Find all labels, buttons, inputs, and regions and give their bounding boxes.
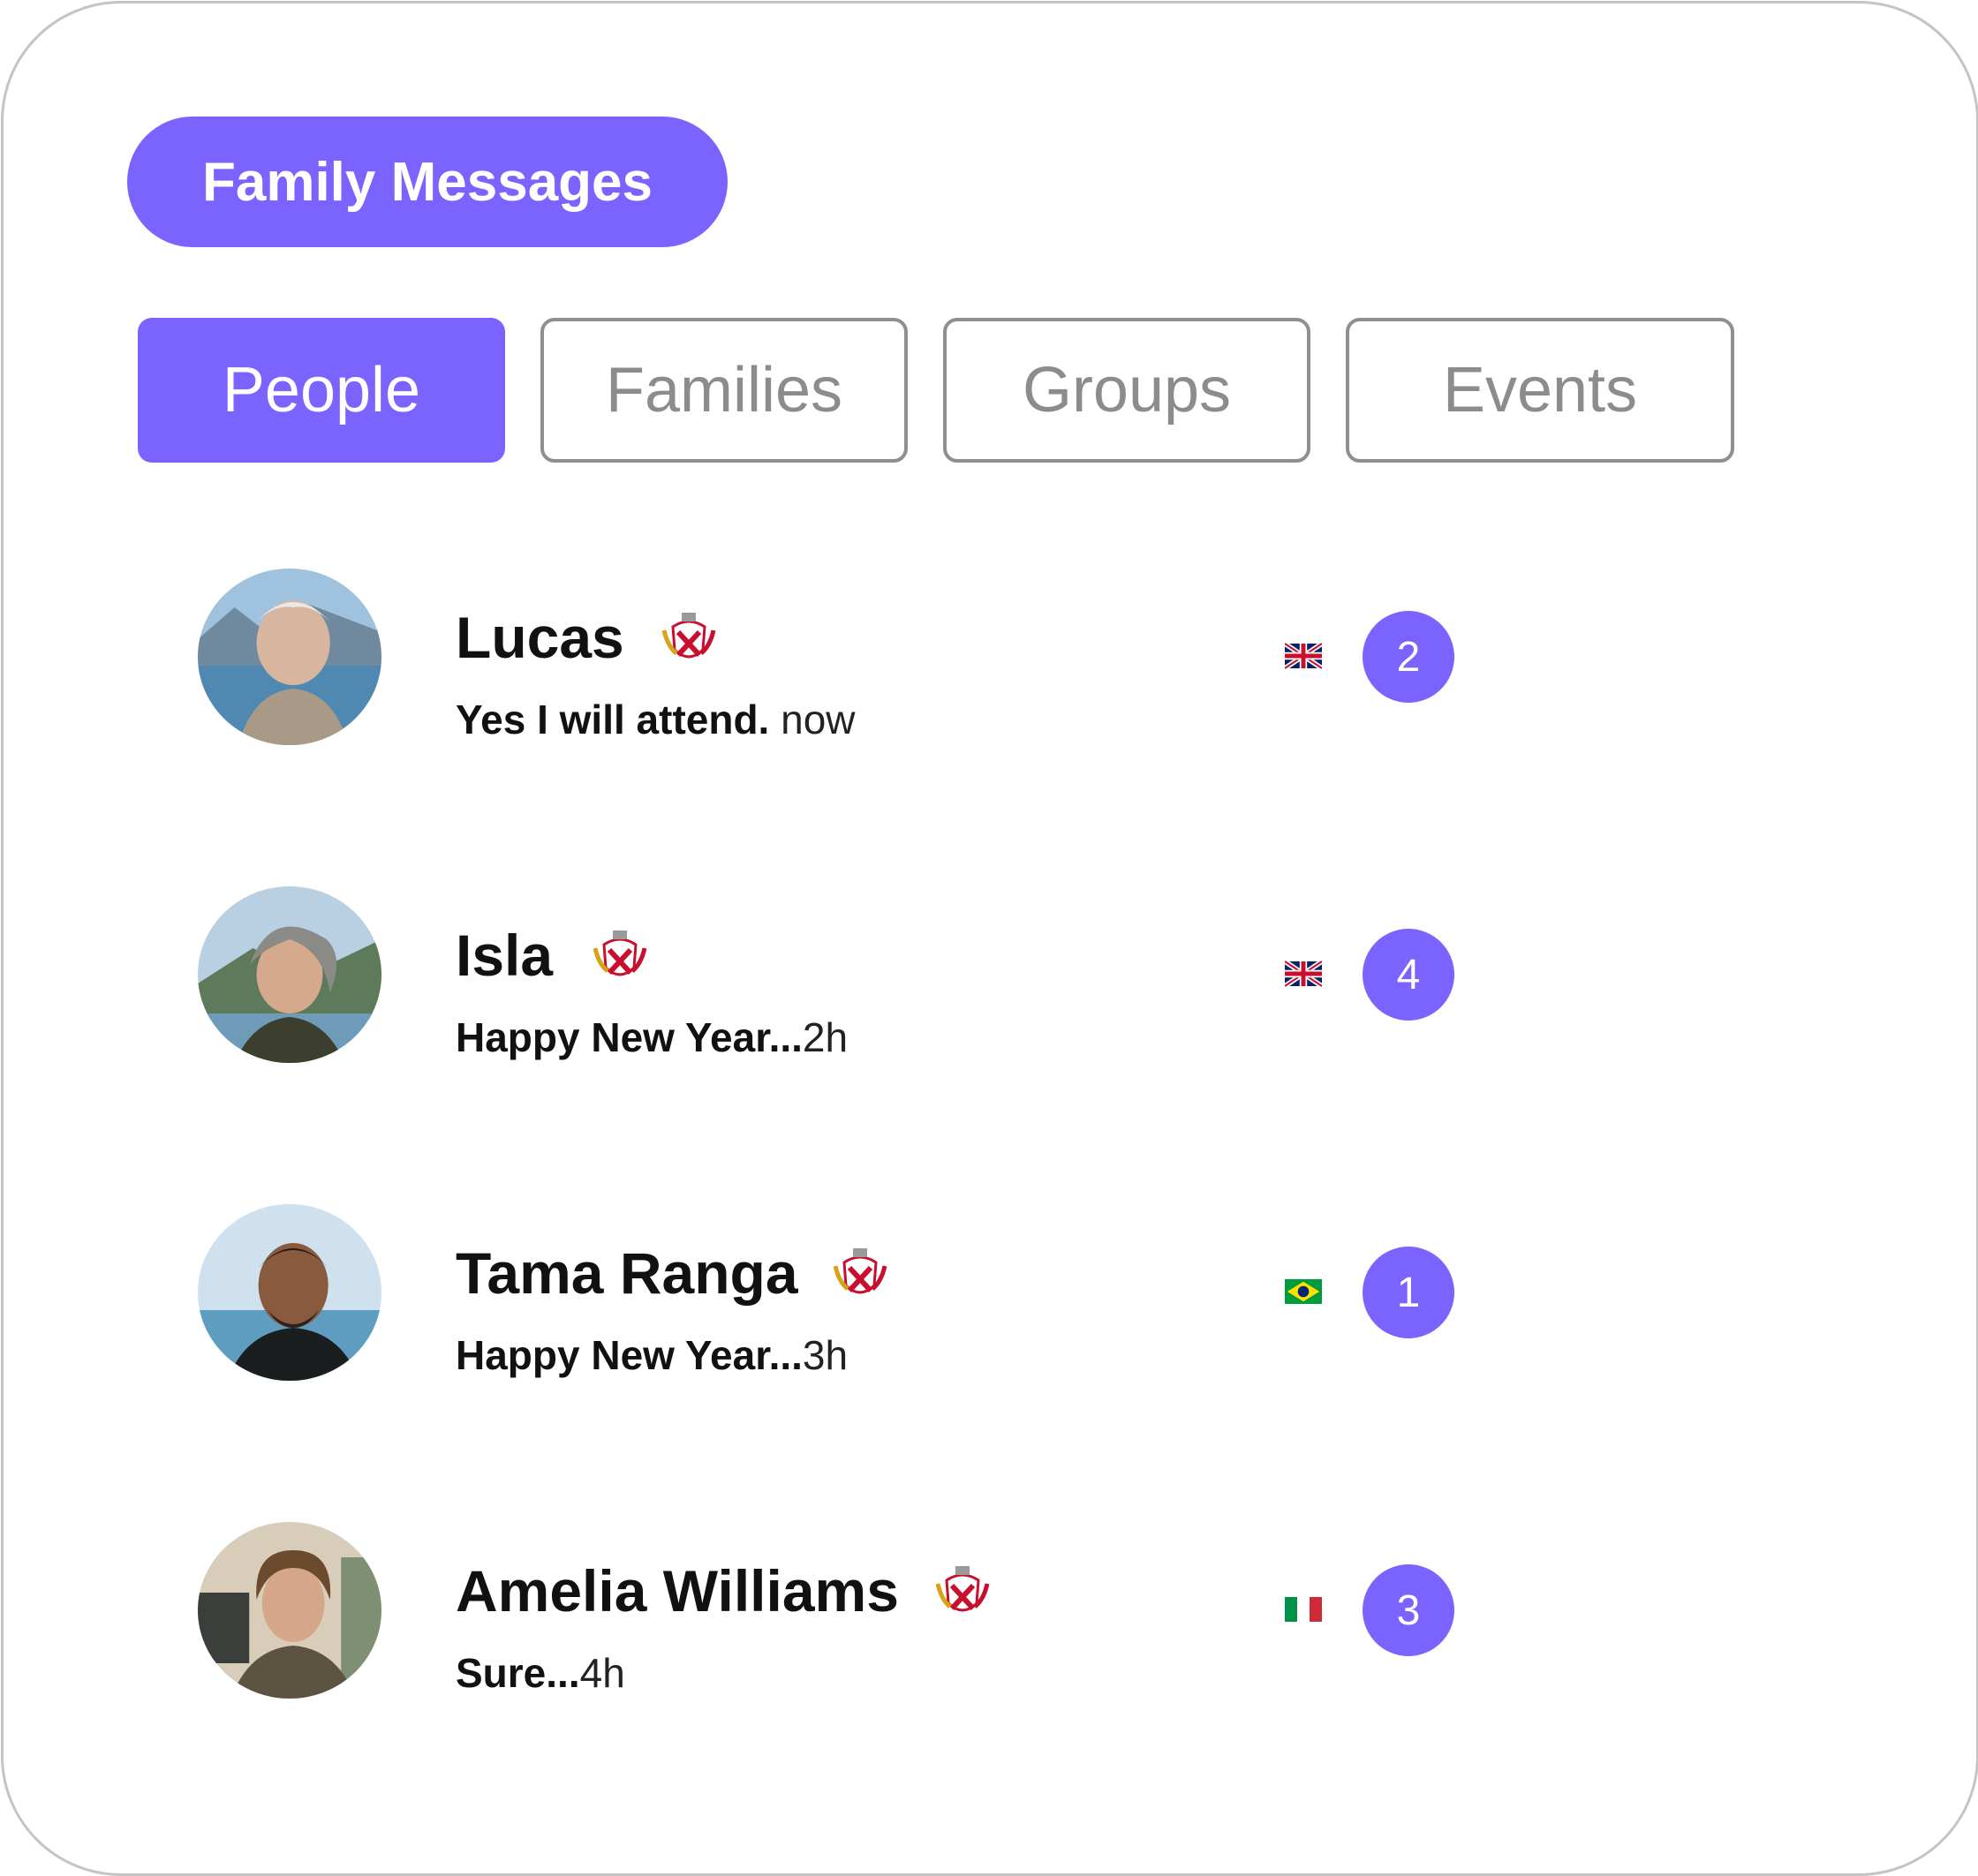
conversation-row-lucas[interactable]: Lucas Yes I will attend. now 2 (4, 569, 1978, 772)
message-text: Happy New Year... (456, 1332, 803, 1378)
avatar (198, 569, 381, 745)
message-time: 2h (802, 1014, 849, 1060)
tab-groups[interactable]: Groups (943, 318, 1310, 463)
tab-events[interactable]: Events (1346, 318, 1734, 463)
unread-count-badge: 3 (1363, 1564, 1454, 1656)
message-preview: Yes I will attend. now (456, 696, 856, 743)
tab-families[interactable]: Families (540, 318, 908, 463)
message-preview: Happy New Year...3h (456, 1331, 848, 1379)
unread-count-badge: 1 (1363, 1247, 1454, 1338)
family-crest-icon (832, 1247, 888, 1305)
conversation-row-amelia-williams[interactable]: Amelia Williams Sure...4h 3 (4, 1522, 1978, 1725)
message-preview: Sure...4h (456, 1649, 625, 1697)
contact-name: Amelia Williams (456, 1558, 899, 1624)
message-time: 4h (579, 1650, 625, 1696)
message-time: now (769, 697, 856, 742)
message-time: 3h (802, 1332, 849, 1378)
family-crest-icon (661, 611, 717, 669)
brazil-flag-icon (1285, 1278, 1322, 1305)
conversation-row-tama-ranga[interactable]: Tama Ranga Happy New Year...3h 1 (4, 1204, 1978, 1407)
conversation-row-isla[interactable]: Isla Happy New Year...2h 4 (4, 886, 1978, 1089)
italy-flag-icon (1285, 1596, 1322, 1623)
tab-people[interactable]: People (138, 318, 505, 463)
unread-count-badge: 4 (1363, 929, 1454, 1021)
contact-name: Lucas (456, 605, 624, 670)
family-crest-icon (934, 1564, 991, 1623)
family-crest-icon (592, 929, 648, 987)
messages-card: Family Messages People Families Groups E… (1, 1, 1978, 1876)
avatar (198, 1522, 381, 1699)
avatar (198, 886, 381, 1063)
message-preview: Happy New Year...2h (456, 1013, 848, 1061)
unread-count-badge: 2 (1363, 611, 1454, 703)
message-text: Sure... (456, 1650, 580, 1696)
contact-name: Isla (456, 923, 554, 988)
page-title: Family Messages (127, 117, 728, 247)
uk-flag-icon (1285, 961, 1322, 987)
uk-flag-icon (1285, 643, 1322, 669)
message-text: Yes I will attend. (456, 697, 770, 742)
avatar (198, 1204, 381, 1381)
message-text: Happy New Year... (456, 1014, 803, 1060)
contact-name: Tama Ranga (456, 1240, 798, 1306)
